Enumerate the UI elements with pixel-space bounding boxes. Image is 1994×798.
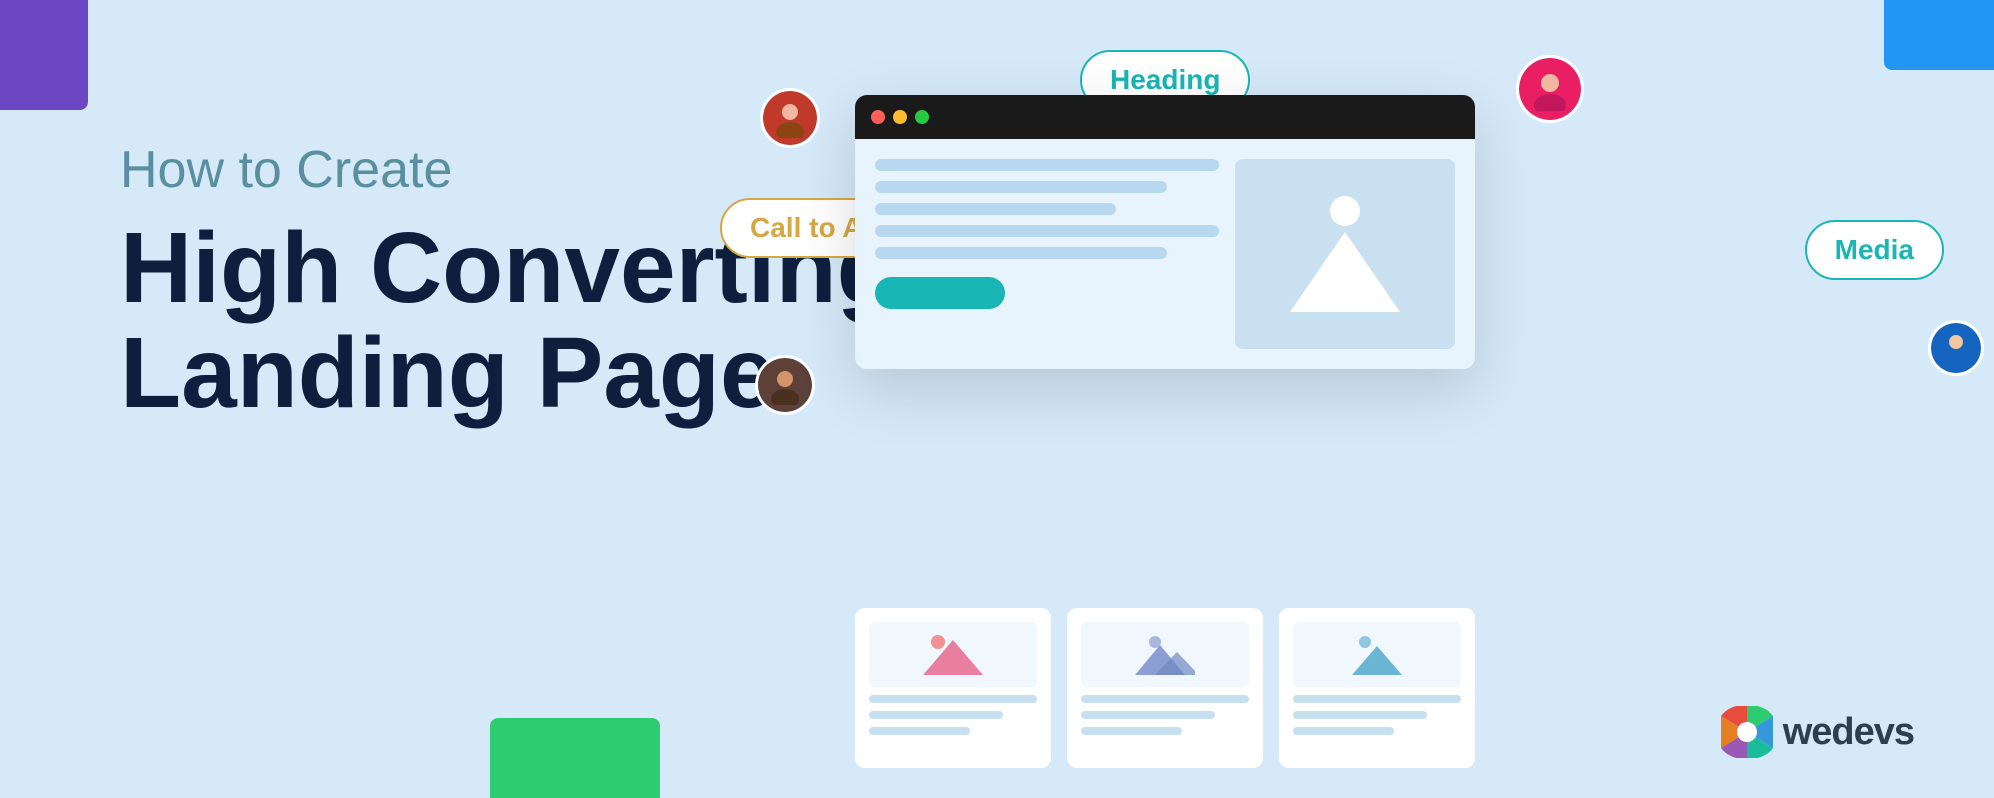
card-3 <box>1279 608 1475 768</box>
browser-dot-green <box>915 110 929 124</box>
card-3-line-3 <box>1293 727 1394 735</box>
corner-decoration-purple <box>0 0 88 110</box>
content-line-3 <box>875 203 1116 215</box>
browser-content-area <box>855 139 1475 369</box>
mockup-cta-button <box>875 277 1005 309</box>
card-2-line-3 <box>1081 727 1182 735</box>
avatar-3 <box>1516 55 1584 123</box>
browser-titlebar <box>855 95 1475 139</box>
content-line-2 <box>875 181 1167 193</box>
avatar-2 <box>755 355 815 415</box>
wedevs-logo-icon <box>1721 706 1773 758</box>
browser-mockup <box>855 95 1475 369</box>
content-line-5 <box>875 247 1167 259</box>
avatar-4 <box>1928 320 1984 376</box>
card-1-line-3 <box>869 727 970 735</box>
wedevs-brand-name: wedevs <box>1783 711 1914 754</box>
card-3-line-1 <box>1293 695 1461 703</box>
card-1-image <box>869 622 1037 687</box>
card-2-line-2 <box>1081 711 1215 719</box>
hero-subtitle: How to Create <box>120 140 898 200</box>
content-line-4 <box>875 225 1219 237</box>
mountain-illustration <box>1290 196 1400 312</box>
card-1 <box>855 608 1051 768</box>
media-badge: Media <box>1805 220 1944 280</box>
avatar-1 <box>760 88 820 148</box>
card-2 <box>1067 608 1263 768</box>
bottom-cards-row <box>855 608 1475 768</box>
card-2-line-1 <box>1081 695 1249 703</box>
browser-dot-red <box>871 110 885 124</box>
mountain-triangle <box>1290 232 1400 312</box>
sun-circle <box>1330 196 1360 226</box>
green-accent-bar <box>490 718 660 798</box>
card-3-line-2 <box>1293 711 1427 719</box>
card-1-line-2 <box>869 711 1003 719</box>
card-1-line-1 <box>869 695 1037 703</box>
wedevs-logo: wedevs <box>1721 706 1914 758</box>
card-3-image <box>1293 622 1461 687</box>
browser-dot-yellow <box>893 110 907 124</box>
browser-left-panel <box>875 159 1219 349</box>
content-line-1 <box>875 159 1219 171</box>
card-2-image <box>1081 622 1249 687</box>
corner-decoration-blue <box>1884 0 1994 70</box>
browser-right-panel <box>1235 159 1455 349</box>
